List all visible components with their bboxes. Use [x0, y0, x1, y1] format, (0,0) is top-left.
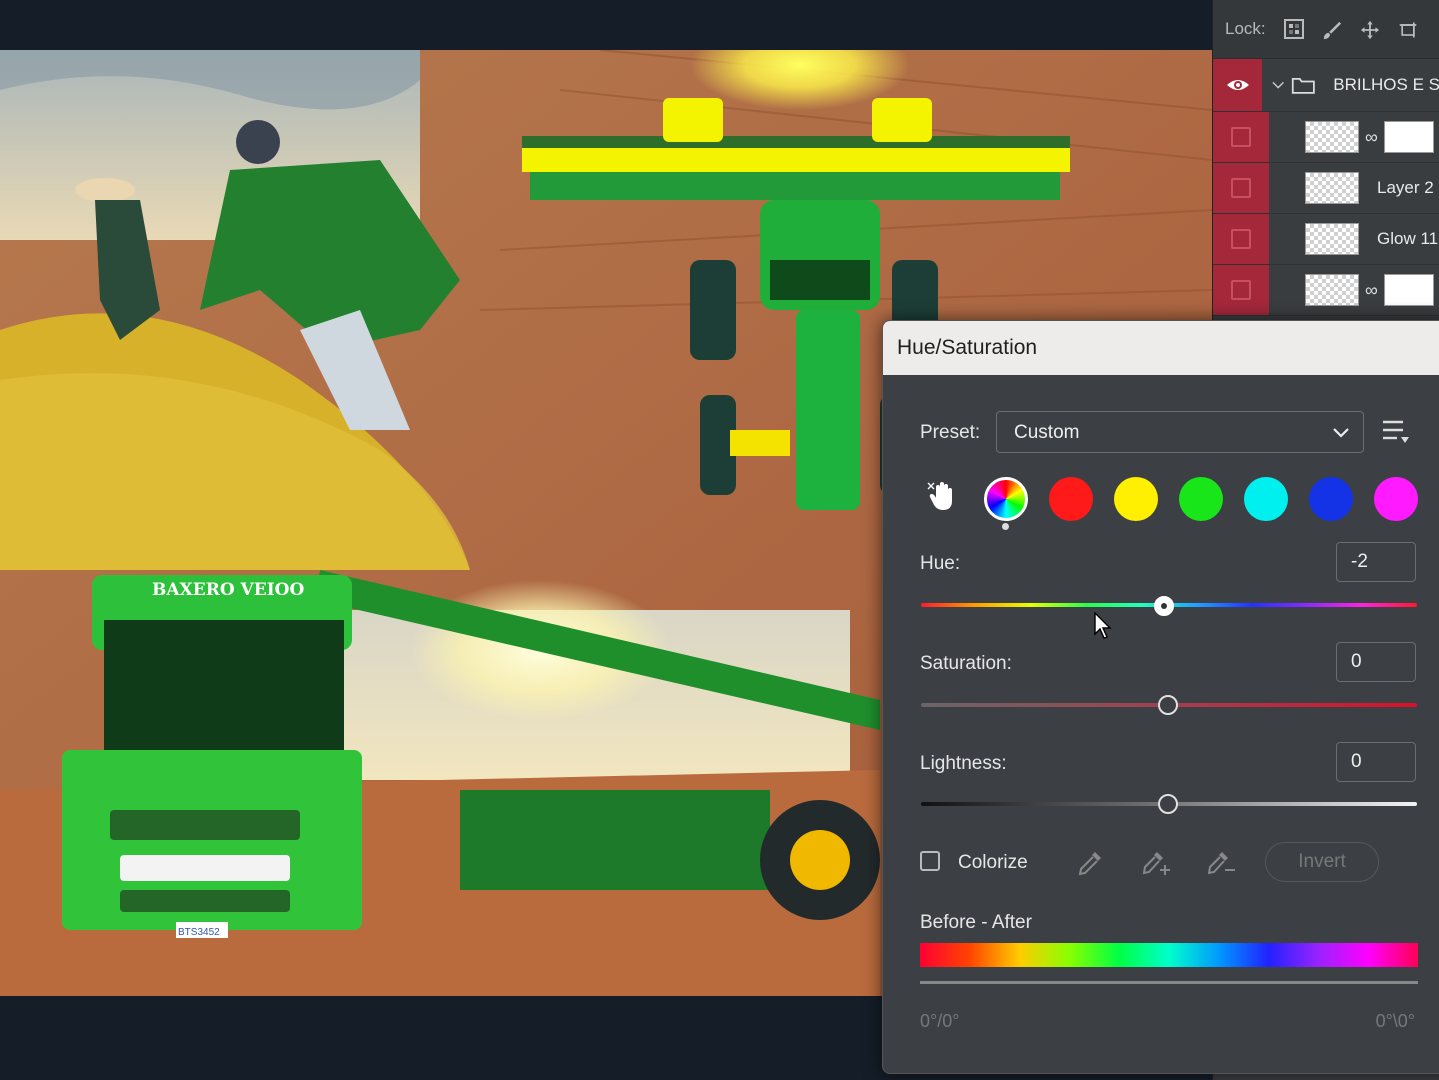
link-icon[interactable]: ∞ [1365, 280, 1378, 301]
layer-mask-thumbnail[interactable] [1383, 274, 1434, 306]
preset-select[interactable]: Custom [996, 411, 1364, 453]
dialog-title[interactable]: Hue/Saturation [883, 321, 1439, 375]
range-left-value: 0°/0° [920, 1011, 960, 1031]
hue-label: Hue: [920, 553, 961, 574]
mouse-cursor-icon [1094, 612, 1112, 639]
layer-row[interactable]: ∞ [1213, 112, 1439, 163]
eyedropper-add-icon[interactable] [1141, 848, 1173, 878]
truck-plate-text: BTS3452 [178, 927, 220, 938]
before-after-label: Before - After [920, 912, 1032, 933]
layer-thumbnail [1305, 223, 1359, 255]
cyans-swatch[interactable] [1244, 477, 1288, 521]
preset-value: Custom [1014, 422, 1080, 443]
layer-mask-thumbnail[interactable] [1383, 121, 1434, 153]
layer-row[interactable]: Layer 2 [1213, 163, 1439, 214]
saturation-label: Saturation: [920, 653, 1012, 674]
blues-swatch[interactable] [1309, 477, 1353, 521]
lock-artboard-icon[interactable] [1398, 19, 1418, 39]
lightness-slider-thumb[interactable] [1158, 794, 1178, 814]
hue-slider-thumb[interactable] [1154, 596, 1174, 616]
layer-thumbnail [1305, 172, 1359, 204]
targeted-adjustment-hand-icon[interactable] [927, 481, 957, 513]
colorize-label[interactable]: Colorize [958, 852, 1028, 874]
reds-swatch[interactable] [1049, 477, 1093, 521]
saturation-slider-thumb[interactable] [1158, 695, 1178, 715]
layer-name: Layer 2 [1377, 178, 1434, 197]
lock-label: Lock: [1225, 19, 1266, 38]
lightness-label: Lightness: [920, 753, 1007, 774]
layer-group-name: BRILHOS E S [1333, 75, 1439, 94]
eye-icon [1226, 80, 1249, 90]
layer-visibility-toggle[interactable] [1213, 163, 1269, 213]
hue-saturation-dialog: Hue/Saturation Preset: Custom Hue: -2 Sa… [882, 320, 1439, 1074]
yellows-swatch[interactable] [1114, 477, 1158, 521]
truck-brand-text: BAXERO VEIOO [152, 580, 304, 600]
preset-menu-icon[interactable] [1381, 419, 1411, 445]
layer-thumbnail [1305, 121, 1359, 153]
before-color-bar [920, 943, 1418, 967]
after-color-bar[interactable] [920, 981, 1418, 984]
layer-row[interactable]: ∞ [1213, 265, 1439, 316]
lock-brush-icon[interactable] [1322, 19, 1342, 40]
colorize-checkbox[interactable] [920, 851, 940, 871]
hue-input[interactable]: -2 [1336, 542, 1416, 582]
range-right-value: 0°\0° [1375, 1011, 1415, 1031]
layer-thumbnail [1305, 274, 1359, 306]
layer-visibility-toggle[interactable] [1213, 214, 1269, 264]
layer-visibility-toggle[interactable] [1213, 59, 1263, 111]
preset-label: Preset: [920, 422, 981, 443]
layer-row[interactable]: Glow 11 [1213, 214, 1439, 265]
master-selected-indicator [1002, 523, 1009, 530]
lock-row: Lock: [1213, 0, 1439, 59]
layer-name: Glow 11 [1377, 229, 1439, 248]
eyedropper-subtract-icon[interactable] [1206, 848, 1238, 878]
chevron-down-icon [1333, 428, 1349, 438]
lock-transparent-icon[interactable] [1283, 19, 1304, 39]
layer-visibility-toggle[interactable] [1213, 112, 1269, 162]
master-color-icon[interactable] [984, 477, 1028, 521]
layer-visibility-toggle[interactable] [1213, 265, 1269, 315]
chevron-down-icon[interactable] [1272, 80, 1285, 90]
folder-icon [1291, 77, 1315, 94]
eyedropper-icon[interactable] [1075, 848, 1105, 878]
magentas-swatch[interactable] [1374, 477, 1418, 521]
saturation-input[interactable]: 0 [1336, 642, 1416, 682]
link-icon[interactable]: ∞ [1365, 127, 1378, 148]
lock-move-icon[interactable] [1360, 19, 1380, 40]
layer-group-row[interactable]: BRILHOS E S [1213, 59, 1439, 112]
greens-swatch[interactable] [1179, 477, 1223, 521]
invert-button[interactable]: Invert [1265, 842, 1379, 882]
lightness-input[interactable]: 0 [1336, 742, 1416, 782]
